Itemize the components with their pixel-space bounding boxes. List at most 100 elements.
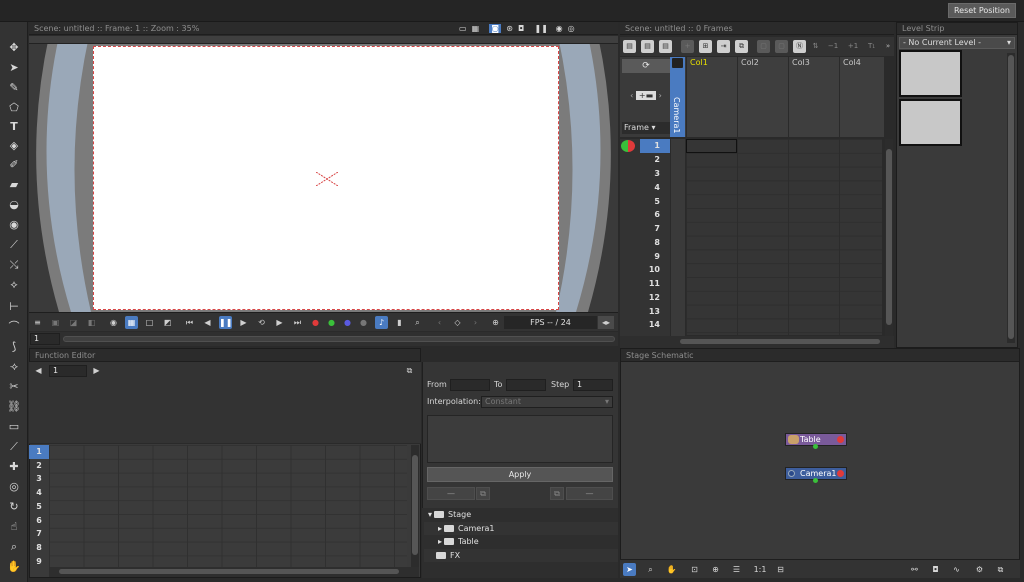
style-picker-tool-icon[interactable]: ◉ [5,217,23,233]
reverse-icon[interactable]: ⇅ [809,40,822,53]
green-channel-icon[interactable]: ● [325,316,338,329]
preview-toggle-icon[interactable]: ◉ [107,316,120,329]
tape-tool-icon[interactable]: ◒ [5,197,23,213]
prev-segment-icon[interactable]: ⧉ [476,487,490,500]
pause-icon[interactable]: ❚❚ [219,316,232,329]
function-hscroll[interactable] [49,567,419,577]
plastic-tool-icon[interactable]: ✚ [5,459,23,475]
insert-icon[interactable]: ⊞ [699,40,712,53]
iron-tool-icon[interactable]: ⟢ [5,359,23,375]
selected-cell[interactable] [686,139,737,153]
black-bg-icon[interactable]: ◩ [161,316,174,329]
camera-view-icon[interactable]: ◘ [518,24,524,33]
tree-item-fx[interactable]: FX [424,549,618,562]
field-guide-icon[interactable]: ▦ [472,24,480,33]
output-settings-icon[interactable]: ⚙ [973,563,986,576]
column-header-1[interactable]: Col1 [686,57,737,137]
new-scene-icon[interactable]: ▤ [623,40,636,53]
function-hscroll-thumb[interactable] [59,569,399,574]
toggle-mode-icon[interactable]: ⧉ [403,364,416,377]
level-strip-vscroll-thumb[interactable] [1008,55,1014,339]
safe-area-icon[interactable]: ▭ [459,24,467,33]
save-all-icon[interactable]: ▤ [659,40,672,53]
save-scene-icon[interactable]: ▤ [641,40,654,53]
next-key-icon[interactable]: ▶ [90,364,103,377]
stage-schematic-panel[interactable]: Stage Schematic [620,348,1020,578]
next-segment-icon[interactable]: ⧉ [550,487,564,500]
pump-tool-icon[interactable]: ⊢ [5,299,23,315]
rotate-tool-icon[interactable]: ↻ [5,499,23,515]
last-frame-icon[interactable]: ⏭ [291,316,304,329]
camera-output-port[interactable] [837,470,844,477]
column-header-4[interactable]: Col4 [839,57,884,137]
xsheet-hscroll-thumb[interactable] [680,339,880,344]
function-vscroll-thumb[interactable] [412,455,418,555]
xsheet-vscroll[interactable] [885,139,893,336]
red-channel-icon[interactable]: ● [309,316,322,329]
prev-segment-button[interactable]: — [427,487,475,500]
checkerboard-bg-icon[interactable]: ▦ [125,316,138,329]
camera-column-cells[interactable] [670,139,685,336]
skeleton-tool-icon[interactable]: ⛓ [5,399,23,415]
hook-tool-icon[interactable]: ⟋ [5,439,23,455]
histogram-icon[interactable]: ▮ [393,316,406,329]
camera-bottom-port[interactable] [813,478,818,483]
preview-icon[interactable]: ◉ [556,24,563,33]
sub-camera-preview-icon[interactable]: ◎ [568,24,575,33]
from-field[interactable] [450,379,490,391]
alpha-channel-icon[interactable]: ● [357,316,370,329]
new-motion-path-icon[interactable]: ∿ [950,563,963,576]
level-strip-vscroll[interactable] [1007,53,1015,343]
function-frame-field[interactable]: 1 [49,365,87,377]
apply-button[interactable]: Apply [427,467,613,482]
level-frame-thumbnail[interactable] [899,99,962,146]
hand-tool-icon[interactable]: ✋ [5,559,23,575]
control-point-editor-icon[interactable]: ⤯ [5,257,23,273]
3d-view-icon[interactable]: ⊛ [506,24,513,33]
white-bg-icon[interactable]: □ [143,316,156,329]
freeze-icon[interactable]: ❚❚ [535,24,548,33]
copy-icon[interactable]: ▢ [775,40,788,53]
reset-position-button[interactable]: Reset Position [947,3,1016,18]
paste-icon[interactable]: ▢ [757,40,770,53]
tree-item-camera[interactable]: ▸ Camera1 [424,522,618,535]
hand-mode-icon[interactable]: ✋ [665,563,678,576]
frame-display-combo[interactable]: Frame ▾ [622,122,670,134]
plus-one-icon[interactable]: +1 [845,40,861,53]
new-key-icon[interactable]: Ⓝ [793,40,806,53]
camera-stand-view-icon[interactable]: ◙ [489,24,502,33]
zoom-spiral-icon[interactable]: ◎ [5,479,23,495]
selection-tool-icon[interactable]: ➤ [5,60,23,76]
step-field[interactable]: 1 [573,379,613,391]
frame-slider[interactable] [63,336,615,342]
tree-item-table[interactable]: ▸ Table [424,535,618,548]
cutter-tool-icon[interactable]: ✂ [5,379,23,395]
reset-size-button[interactable]: 1:1 [751,563,769,576]
camera-icon[interactable]: ◪ [67,316,80,329]
minus-one-icon[interactable]: −1 [825,40,841,53]
tracker-tool-icon[interactable]: ▭ [5,419,23,435]
play-icon[interactable]: ▶ [237,316,250,329]
key-icon[interactable]: ◇ [451,316,464,329]
xsheet-cell-grid[interactable] [686,139,882,335]
prev-key-icon[interactable]: ‹ [433,316,446,329]
export-icon[interactable]: ⇥ [717,40,730,53]
bender-tool-icon[interactable]: ⟆ [5,339,23,355]
xsheet-hscroll[interactable] [620,336,894,348]
more-tools-icon[interactable]: » [884,40,892,53]
type-tool-icon[interactable]: T [5,119,23,135]
animate-tool-icon[interactable]: ✥ [5,40,23,56]
toggle-orientation-icon[interactable]: ⟳ [622,59,670,73]
toggle-fx-stage-icon[interactable]: ⧉ [994,563,1007,576]
to-field[interactable] [506,379,546,391]
viewer-frame-field[interactable]: 1 [30,333,60,345]
selection-mode-icon[interactable]: ➤ [623,563,636,576]
maximize-nodes-icon[interactable]: ⊟ [774,563,787,576]
compare-icon[interactable]: ◧ [85,316,98,329]
loop-icon[interactable]: ⟲ [255,316,268,329]
prev-frame-icon[interactable]: ◀ [201,316,214,329]
prev-key-icon[interactable]: ◀ [32,364,45,377]
fit-to-window-icon[interactable]: ⊡ [688,563,701,576]
finger-tool-icon[interactable]: ☝ [5,519,23,535]
menu-icon[interactable]: ≡ [31,316,44,329]
